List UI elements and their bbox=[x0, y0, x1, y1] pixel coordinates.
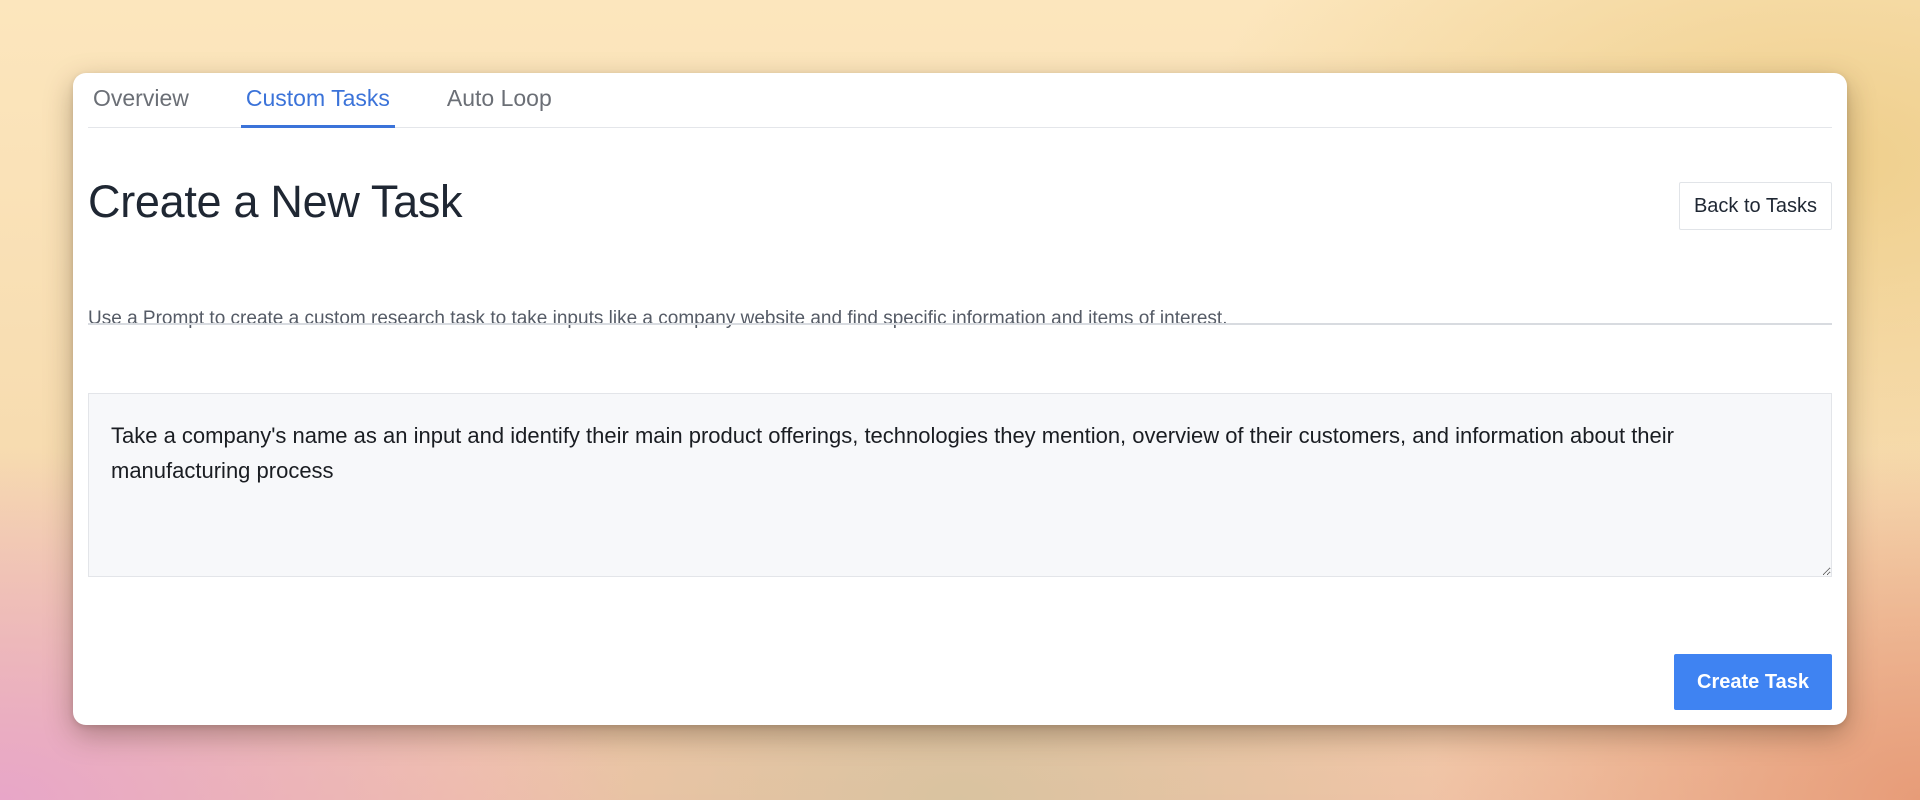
prompt-container bbox=[88, 393, 1832, 577]
back-to-tasks-button[interactable]: Back to Tasks bbox=[1678, 182, 1832, 230]
prompt-textarea[interactable] bbox=[88, 393, 1832, 577]
tab-overview[interactable]: Overview bbox=[88, 73, 194, 127]
tab-auto-loop[interactable]: Auto Loop bbox=[442, 73, 557, 127]
page-description: Use a Prompt to create a custom research… bbox=[88, 308, 1228, 329]
header-section: Create a New Task Back to Tasks Use a Pr… bbox=[88, 128, 1832, 329]
create-task-button[interactable]: Create Task bbox=[1674, 654, 1832, 710]
tab-custom-tasks[interactable]: Custom Tasks bbox=[240, 73, 395, 128]
section-divider bbox=[88, 323, 1832, 325]
task-card: Overview Custom Tasks Auto Loop Create a… bbox=[73, 73, 1847, 725]
tab-bar: Overview Custom Tasks Auto Loop bbox=[88, 73, 1832, 128]
page-title: Create a New Task bbox=[88, 176, 463, 227]
